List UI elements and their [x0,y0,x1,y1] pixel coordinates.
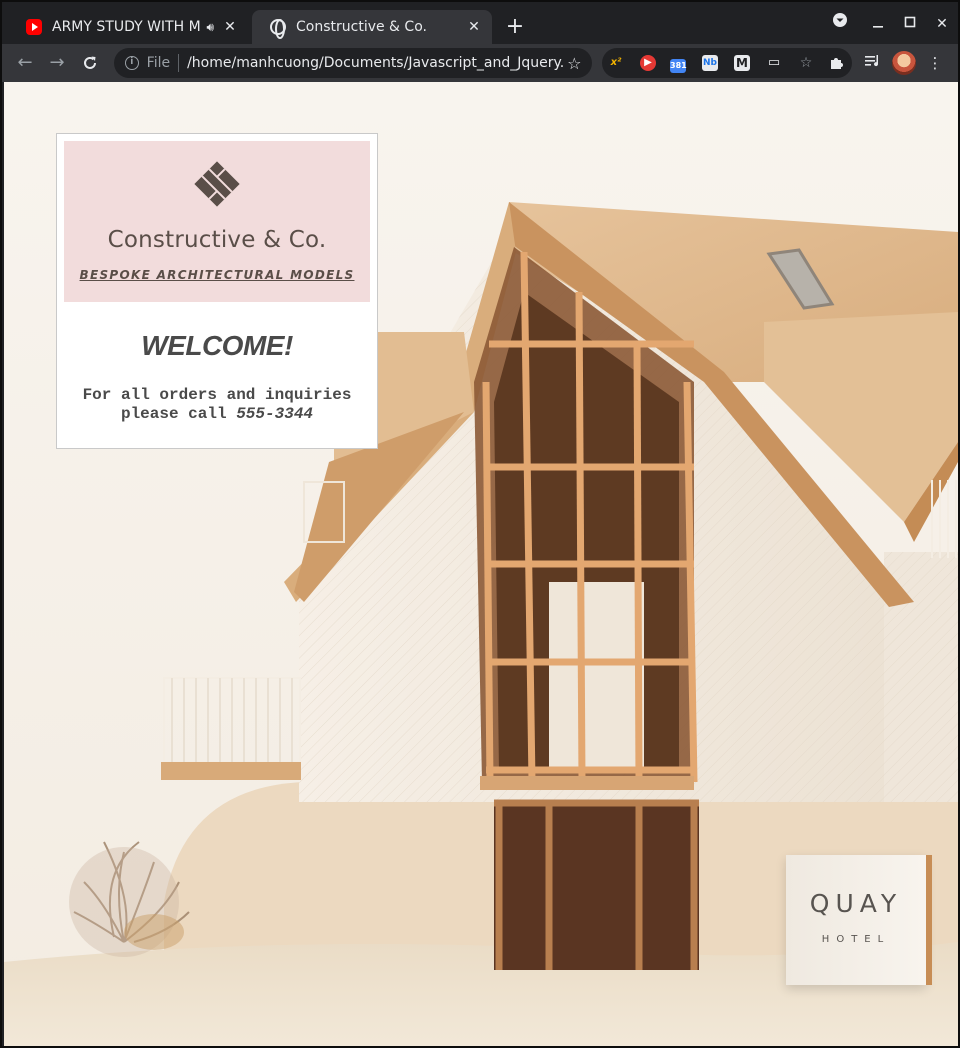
speaker-icon[interactable]: 🔊︎ [206,20,214,35]
contact-phone-line: please call 555-3344 [57,405,377,424]
back-icon[interactable]: ← [12,50,38,76]
scheme-label: File [146,55,171,71]
contact-line: For all orders and inquiries [82,386,352,404]
welcome-card: Constructive & Co. BESPOKE ARCHITECTURAL… [56,133,378,449]
menu-icon[interactable]: ⋮ [924,53,946,73]
tab-title: ARMY STUDY WITH ME [52,19,201,35]
browser-window: ARMY STUDY WITH ME 🔊︎ ✕ Constructive & C… [0,0,960,1048]
info-icon[interactable]: i [125,56,139,70]
close-tab-icon[interactable]: ✕ [464,17,484,37]
calendar-extension-icon[interactable]: 381 [670,59,687,73]
tab-youtube[interactable]: ARMY STUDY WITH ME 🔊︎ ✕ [8,10,248,44]
minimize-icon[interactable] [864,12,892,36]
page-viewport: Constructive & Co. BESPOKE ARCHITECTURAL… [4,82,958,1046]
tab-search-icon[interactable] [826,12,854,36]
reload-icon[interactable] [77,50,103,76]
contact-prefix: please call [120,405,227,423]
phone-number: 555-3344 [236,405,314,423]
notebook-extension-icon[interactable]: Nb [702,55,718,71]
brand-header: Constructive & Co. BESPOKE ARCHITECTURAL… [64,141,370,302]
close-tab-icon[interactable]: ✕ [220,17,240,37]
forward-icon[interactable]: → [44,50,70,76]
extensions-area: x² ▶ 381 Nb M ▭ ☆ [602,48,852,78]
address-bar[interactable]: i File /home/manhcuong/Documents/Javascr… [114,48,592,78]
media-control-icon[interactable] [862,53,884,73]
maximize-icon[interactable] [896,12,924,36]
youtube-icon [26,19,42,35]
profile-avatar[interactable] [892,51,916,75]
sign-name: QUAY [809,889,903,918]
xcode-extension-icon[interactable]: x² [608,55,624,71]
m-extension-icon[interactable]: M [734,55,750,71]
diamond-logo-icon [194,161,240,207]
welcome-heading: WELCOME! [141,330,293,361]
toolbar: ← → i File /home/manhcuong/Documents/Jav… [2,44,958,82]
new-tab-button[interactable]: + [502,14,528,40]
extension-badge: 381 [670,61,687,70]
quay-hotel-sign: QUAY HOTEL [786,855,926,985]
sign-subtitle: HOTEL [821,934,891,945]
bookmark-star-icon[interactable]: ☆ [563,54,586,73]
folder-extension-icon[interactable]: ▭ [766,55,782,71]
tab-constructive[interactable]: Constructive & Co. ✕ [252,10,492,44]
url-text[interactable]: /home/manhcuong/Documents/Javascript_and… [187,55,563,71]
globe-icon [270,19,286,39]
brand-tagline: BESPOKE ARCHITECTURAL MODELS [79,268,355,282]
close-window-icon[interactable]: ✕ [928,12,956,36]
tab-strip: ARMY STUDY WITH ME 🔊︎ ✕ Constructive & C… [2,2,958,44]
tab-title: Constructive & Co. [296,19,427,35]
contact-info: For all orders and inquiries please call… [57,386,377,424]
brand-name: Constructive & Co. [107,227,327,253]
youtube-extension-icon[interactable]: ▶ [640,55,656,71]
divider [178,54,180,72]
puzzle-icon[interactable] [828,55,844,71]
star-extension-icon[interactable]: ☆ [798,55,814,71]
